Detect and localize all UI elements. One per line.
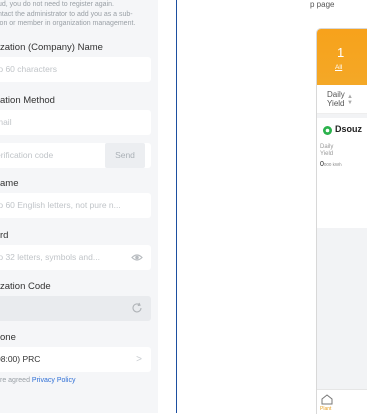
phone-app-panel: 1 All Daily Yield ▲ ▼ Dsouz Daily Yield 0… [316,28,367,414]
timezone-select[interactable]: 08:00) PRC > [0,347,151,372]
privacy-agreement: re agreed Privacy Policy [0,377,76,384]
registration-panel: ud, you do not need to register again. n… [0,0,158,413]
home-icon[interactable] [321,394,333,405]
username-input[interactable]: to 60 English letters, not pure n... [0,193,151,218]
sort-bar: Daily Yield ▲ ▼ [317,85,367,114]
bottom-tab-bar: Plant [317,389,367,414]
org-name-label: zation (Company) Name [0,42,103,53]
status-online-icon [323,126,332,135]
daily-yield-label: Daily Yield [320,144,333,158]
chevron-right-icon: > [136,354,142,365]
org-name-placeholder: to 60 characters [0,64,57,74]
plant-summary-header: 1 All [317,29,367,85]
username-placeholder: to 60 English letters, not pure n... [0,200,121,210]
verification-code-input[interactable]: erification code Send [0,143,151,168]
notice-line: ion or member in organization management… [0,20,136,27]
plant-count-tab-all[interactable]: All [335,64,342,71]
timezone-value: 08:00) PRC [0,354,41,364]
divider-line [176,0,177,413]
notice-line: ud, you do not need to register again. [0,1,114,8]
verification-code-placeholder: erification code [0,150,54,160]
org-code-input: ) [0,296,151,321]
password-input[interactable]: to 32 letters, symbols and... [0,245,151,270]
eye-icon[interactable] [131,252,143,263]
sort-label: Yield [327,99,345,108]
daily-yield-label-line: Yield [320,151,334,157]
send-code-button[interactable]: Send [105,143,145,168]
org-code-label: zation Code [0,281,51,292]
top-caption: p page [310,0,335,9]
refresh-icon[interactable] [131,302,143,314]
notice-line: ntact the administrator to add you as a … [0,10,133,18]
daily-yield-label-line: Daily [320,144,334,150]
plant-name: Dsouz [335,124,362,134]
username-label: ame [0,178,19,189]
password-label: rd [0,230,9,241]
registration-notice: ud, you do not need to register again. n… [0,0,158,29]
sort-label: Daily [327,90,345,99]
privacy-policy-link[interactable]: Privacy Policy [32,377,76,384]
policy-prefix: re agreed [0,377,30,384]
timezone-label: one [0,332,16,343]
sort-daily-yield[interactable]: Daily Yield [327,90,345,108]
daily-yield-value: 0000 kWh [320,161,342,168]
org-name-input[interactable]: to 60 characters [0,57,151,82]
password-placeholder: to 32 letters, symbols and... [0,252,100,262]
verification-method-label: ation Method [0,95,55,106]
plant-count: 1 [337,45,345,60]
sort-icon[interactable]: ▲ ▼ [347,94,353,106]
email-placeholder: mail [0,117,12,127]
daily-yield-unit: 000 kWh [323,162,342,167]
tab-plant[interactable]: Plant [320,406,331,412]
email-input[interactable]: mail [0,110,151,135]
plant-card[interactable]: Dsouz Daily Yield 0000 kWh [317,118,367,228]
